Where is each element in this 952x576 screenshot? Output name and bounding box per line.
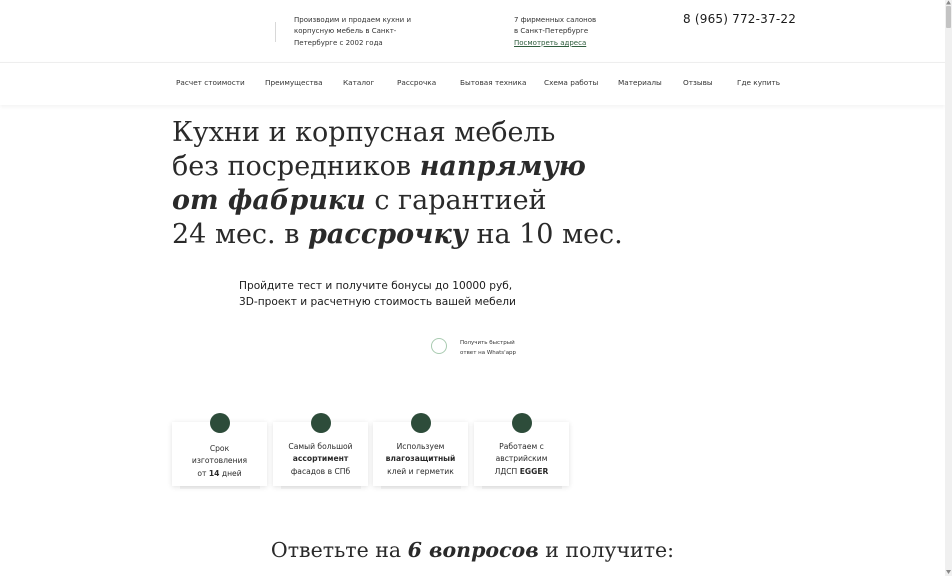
- hero-line-2: без посредников напрямую: [172, 151, 586, 182]
- nav-item-work-scheme[interactable]: Схема работы: [544, 78, 598, 87]
- quiz-section-title: Ответьте на 6 вопросов и получите:: [270, 538, 675, 562]
- card-shadow: [381, 486, 461, 489]
- hero-subtitle: Пройдите тест и получите бонусы до 10000…: [239, 280, 516, 308]
- scrollbar-thumb[interactable]: [946, 6, 951, 28]
- scroll-up-arrow-icon[interactable]: [946, 0, 951, 5]
- card-icon-circle: [210, 413, 230, 433]
- nav-item-advantages[interactable]: Преимущества: [265, 78, 323, 87]
- nav-item-catalog[interactable]: Каталог: [343, 78, 374, 87]
- card-shadow: [281, 486, 361, 489]
- salons-count: 7 фирменных салонов: [514, 16, 597, 24]
- card-icon-circle: [411, 413, 431, 433]
- phone-number[interactable]: 8 (965) 772-37-22: [683, 12, 796, 26]
- nav-item-materials[interactable]: Материалы: [618, 78, 662, 87]
- nav-item-appliances[interactable]: Бытовая техника: [460, 78, 526, 87]
- nav-item-price-calc[interactable]: Расчет стоимости: [176, 78, 245, 87]
- whatsapp-icon[interactable]: [431, 338, 447, 354]
- card-shadow: [482, 486, 562, 489]
- whatsapp-link[interactable]: Получить быстрый ответ на Whats'app: [460, 338, 530, 358]
- hero-line-4: 24 мес. в рассрочку на 10 мес.: [172, 219, 623, 250]
- show-addresses-link[interactable]: Посмотреть адреса: [514, 38, 596, 49]
- scrollbar-track[interactable]: [945, 0, 952, 576]
- nav-item-reviews[interactable]: Отзывы: [683, 78, 713, 87]
- scroll-down-arrow-icon[interactable]: [946, 569, 951, 575]
- hero-line-1: Кухни и корпусная мебель: [172, 117, 556, 148]
- card-shadow: [180, 486, 260, 489]
- hero-line-3: от фабрики с гарантией: [172, 185, 547, 216]
- header-about-text: Производим и продаем кухни и корпусную м…: [294, 16, 411, 47]
- header-salons: 7 фирменных салонов в Санкт-Петербурге П…: [514, 15, 596, 49]
- hero-headline: Кухни и корпусная мебель без посредников…: [172, 116, 732, 252]
- nav-item-where-to-buy[interactable]: Где купить: [737, 78, 780, 87]
- salons-city: в Санкт-Петербурге: [514, 27, 589, 36]
- nav-item-installments[interactable]: Рассрочка: [397, 78, 436, 87]
- header-divider: [275, 22, 276, 42]
- card-icon-circle: [311, 413, 331, 433]
- card-icon-circle: [512, 413, 532, 433]
